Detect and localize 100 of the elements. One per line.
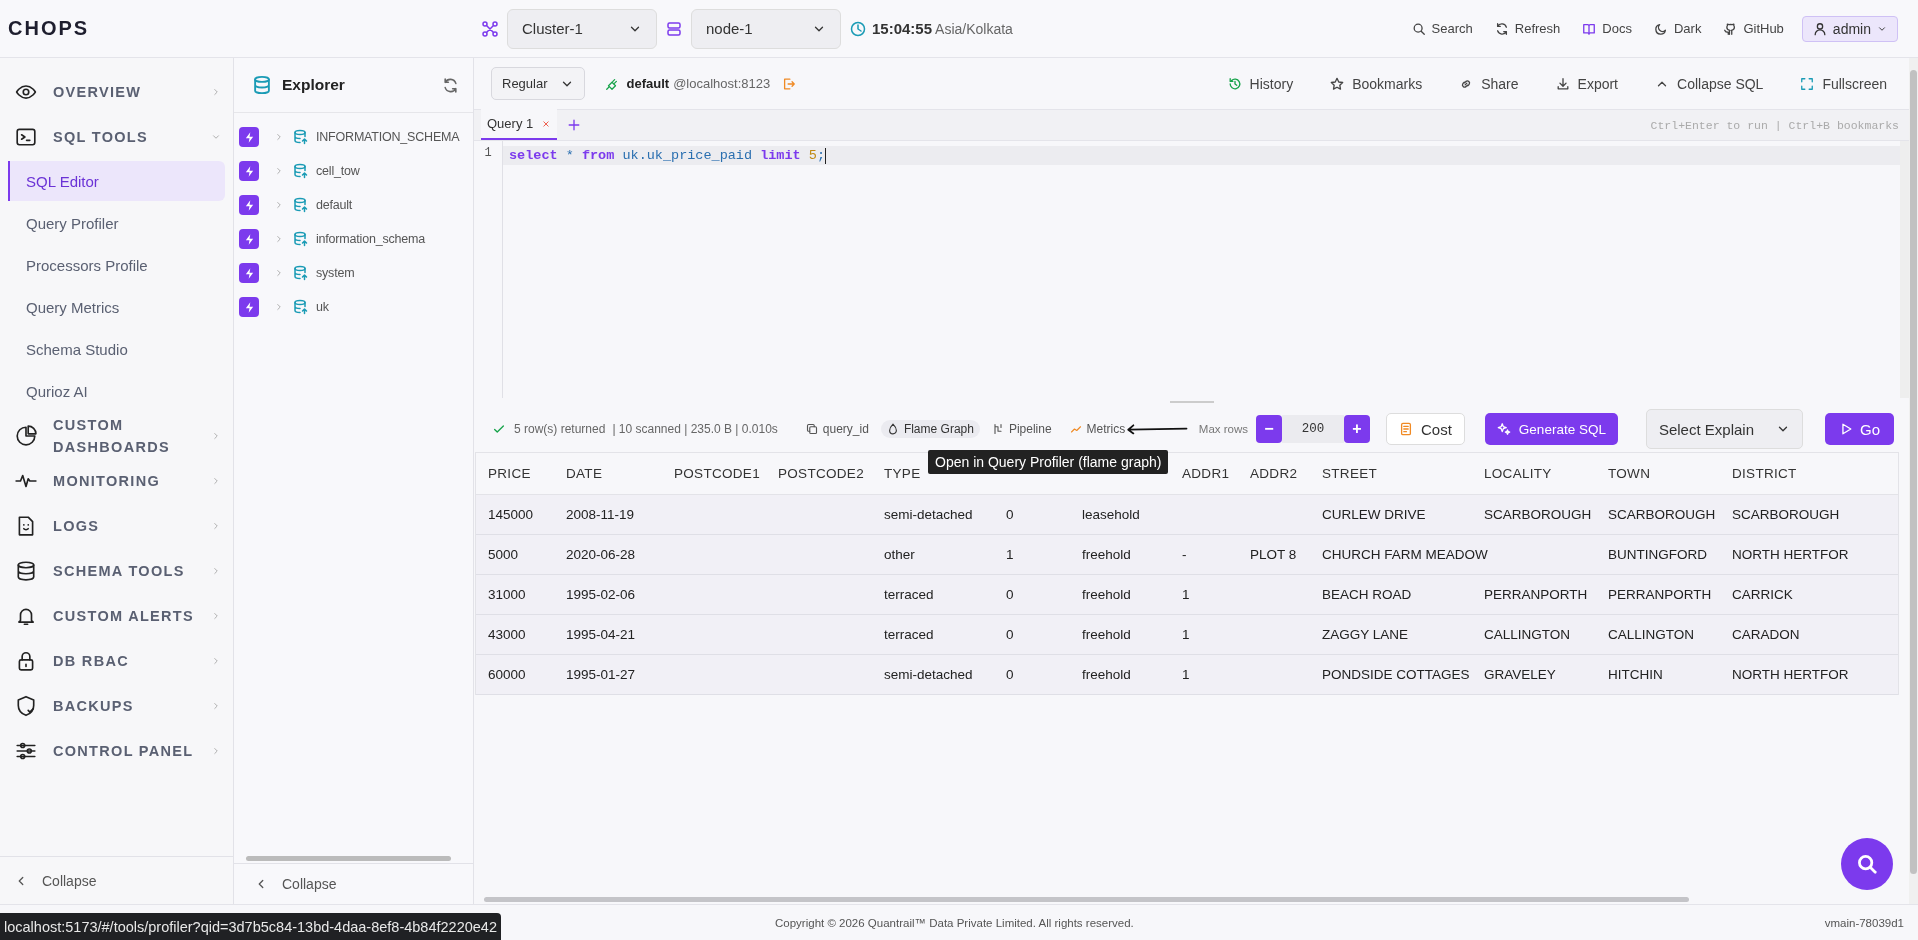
result-link[interactable]: Flame Graph <box>880 420 980 438</box>
result-link[interactable]: Metrics <box>1063 420 1132 438</box>
table-cell: 5000 <box>488 547 519 562</box>
cost-button[interactable]: Cost <box>1386 413 1465 445</box>
nav-section[interactable]: MONITORING <box>0 458 233 503</box>
toolbar-button[interactable]: Fullscreen <box>1794 74 1893 93</box>
column-header[interactable]: DISTRICT <box>1732 466 1797 481</box>
database-icon <box>293 129 309 145</box>
result-link[interactable]: Pipeline <box>985 420 1058 438</box>
result-link[interactable]: query_id <box>799 420 875 438</box>
table-cell: CHURCH FARM MEADOW <box>1322 547 1488 562</box>
bolt-icon <box>239 229 259 249</box>
table-cell: 0 <box>1006 667 1014 682</box>
database-tree-item[interactable]: uk <box>234 290 473 324</box>
logout-icon[interactable] <box>782 76 797 91</box>
nav-section[interactable]: LOGS <box>0 503 233 548</box>
table-cell: BUNTINGFORD <box>1608 547 1707 562</box>
run-button[interactable]: Go <box>1825 413 1894 445</box>
search-button[interactable] <box>1841 838 1893 890</box>
nav-item[interactable]: SQL Editor <box>8 161 225 201</box>
nav-item[interactable]: Processors Profile <box>8 245 225 285</box>
nav-item[interactable]: Qurioz AI <box>8 371 225 411</box>
table-cell: semi-detached <box>884 507 973 522</box>
nav-item[interactable]: Query Profiler <box>8 203 225 243</box>
column-header[interactable]: ADDR2 <box>1250 466 1298 481</box>
database-icon <box>293 197 309 213</box>
plug-icon <box>604 76 619 91</box>
increment-button[interactable]: + <box>1344 415 1370 443</box>
nav-item[interactable]: Schema Studio <box>8 329 225 369</box>
scrollbar[interactable] <box>484 897 1689 902</box>
topbar-action[interactable]: Search <box>1407 17 1477 40</box>
chevron-right-icon[interactable] <box>274 200 284 210</box>
toolbar-button[interactable]: Share <box>1453 74 1525 93</box>
nav-section[interactable]: CUSTOM DASHBOARDS <box>0 413 233 458</box>
topbar-action[interactable]: GitHub <box>1719 17 1788 40</box>
column-header[interactable]: DATE <box>566 466 603 481</box>
toolbar-button[interactable]: Collapse SQL <box>1649 74 1770 93</box>
generate-sql-button[interactable]: Generate SQL <box>1484 413 1618 445</box>
toolbar-button[interactable]: History <box>1221 74 1300 93</box>
column-header[interactable]: LOCALITY <box>1484 466 1552 481</box>
scrollbar[interactable] <box>1900 141 1909 398</box>
column-header[interactable]: STREET <box>1322 466 1378 481</box>
toolbar-button[interactable]: Bookmarks <box>1324 74 1429 93</box>
column-header[interactable]: POSTCODE2 <box>778 466 864 481</box>
bolt-icon <box>239 263 259 283</box>
database-tree-item[interactable]: system <box>234 256 473 290</box>
result-stats: | 10 scanned | 235.0 B | 0.010s <box>612 422 778 436</box>
scrollbar[interactable] <box>246 856 451 861</box>
chevron-right-icon[interactable] <box>274 234 284 244</box>
nav-section[interactable]: CUSTOM ALERTS <box>0 593 233 638</box>
scrollbar[interactable] <box>1910 70 1917 874</box>
bolt-icon <box>239 161 259 181</box>
node-select[interactable]: node-1 <box>691 8 841 49</box>
nav-section[interactable]: OVERVIEW <box>0 69 233 114</box>
cluster-select[interactable]: Cluster-1 <box>507 8 657 49</box>
chevron-right-icon[interactable] <box>274 302 284 312</box>
nav-section[interactable]: SQL TOOLS <box>0 114 233 159</box>
column-header[interactable]: ADDR1 <box>1182 466 1230 481</box>
nav-section[interactable]: CONTROL PANEL <box>0 728 233 773</box>
table-cell: SCARBOROUGH <box>1732 507 1840 522</box>
topbar-action[interactable]: Dark <box>1649 17 1706 40</box>
refresh-icon[interactable] <box>442 76 459 94</box>
chevron-right-icon[interactable] <box>274 268 284 278</box>
search-icon <box>1856 853 1878 875</box>
nav-section[interactable]: BACKUPS <box>0 683 233 728</box>
database-tree-item[interactable]: default <box>234 188 473 222</box>
table-cell: GRAVELEY <box>1484 667 1556 682</box>
table-cell: semi-detached <box>884 667 973 682</box>
column-header[interactable]: TYPE <box>884 466 921 481</box>
table-cell: NORTH HERTFOR <box>1732 667 1849 682</box>
nav-section[interactable]: DB RBAC <box>0 638 233 683</box>
table-cell: CURLEW DRIVE <box>1322 507 1426 522</box>
close-icon[interactable] <box>541 118 552 129</box>
nav-item[interactable]: Query Metrics <box>8 287 225 327</box>
resize-handle[interactable] <box>1169 401 1214 403</box>
column-header[interactable]: PRICE <box>488 466 531 481</box>
database-tree-item[interactable]: INFORMATION_SCHEMA <box>234 120 473 154</box>
table-cell: 0 <box>1006 627 1014 642</box>
flame-icon <box>886 423 899 435</box>
topbar-action[interactable]: Refresh <box>1490 17 1565 40</box>
add-tab-icon[interactable] <box>567 118 582 132</box>
chevron-right-icon[interactable] <box>274 132 284 142</box>
shortcut-hint: Ctrl+Enter to run | Ctrl+B bookmarks <box>1650 119 1900 132</box>
nav-section[interactable]: SCHEMA TOOLS <box>0 548 233 593</box>
mode-select[interactable]: Regular <box>491 67 585 100</box>
user-menu[interactable]: admin <box>1801 15 1898 42</box>
column-header[interactable]: TOWN <box>1608 466 1651 481</box>
toolbar-button[interactable]: Export <box>1549 74 1624 93</box>
max-rows-field[interactable]: 200 <box>1282 415 1344 443</box>
chevron-right-icon[interactable] <box>274 166 284 176</box>
query-tab[interactable]: Query 1 <box>481 109 558 140</box>
pointer-arrow <box>1126 422 1188 436</box>
column-header[interactable]: POSTCODE1 <box>674 466 760 481</box>
sparkle-icon <box>1496 422 1511 436</box>
topbar-action[interactable]: Docs <box>1578 17 1636 40</box>
database-tree-item[interactable]: information_schema <box>234 222 473 256</box>
explain-select[interactable]: Select Explain <box>1645 409 1803 449</box>
decrement-button[interactable]: − <box>1256 415 1282 443</box>
history-icon <box>1227 76 1242 91</box>
database-tree-item[interactable]: cell_tow <box>234 154 473 188</box>
